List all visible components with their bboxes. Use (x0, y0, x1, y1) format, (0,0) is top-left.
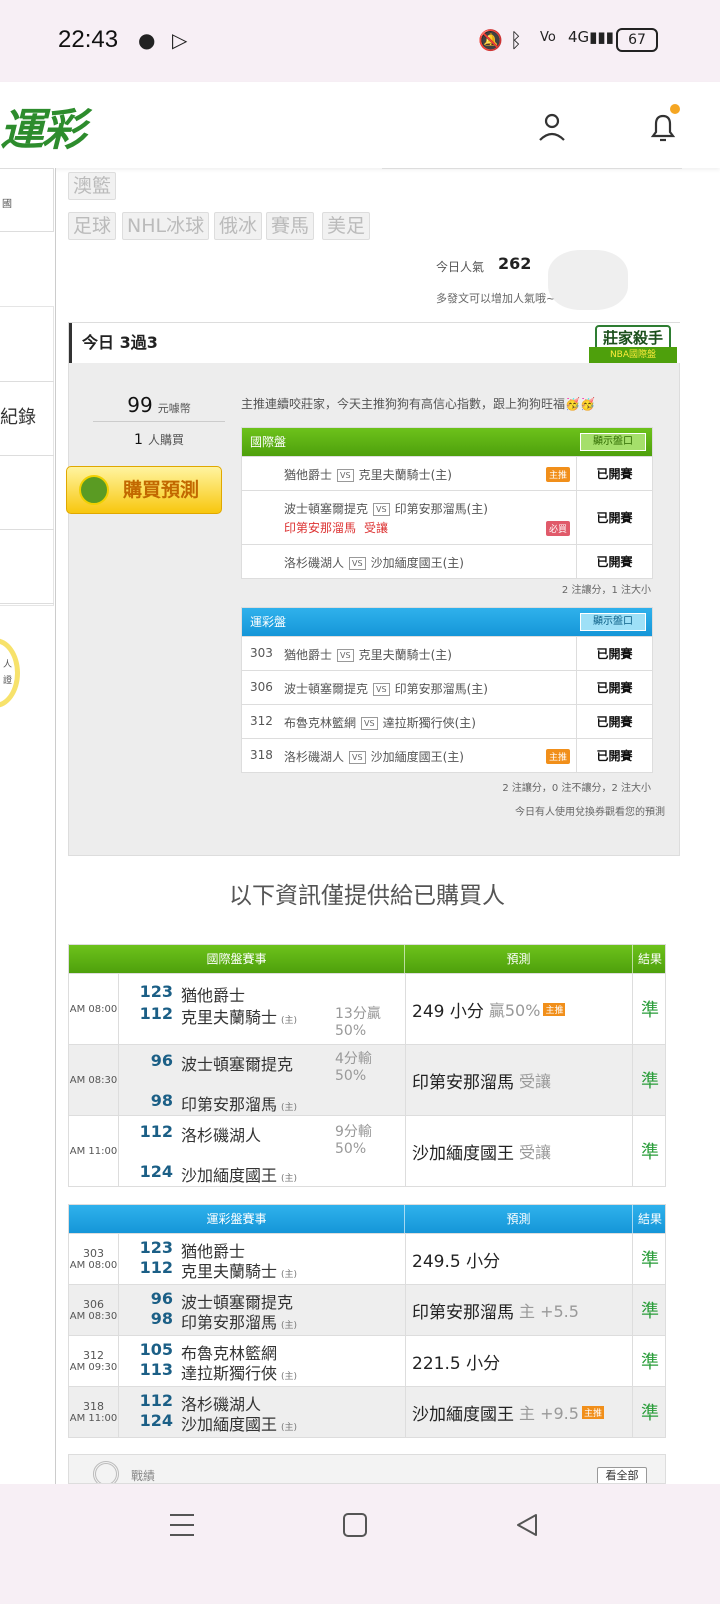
notification-dot (670, 104, 680, 114)
featured-badge: 主推 (581, 1405, 604, 1419)
volte-icon: Vo (540, 30, 556, 45)
yuncai-summary: 2 注讓分，0 注不讓分，2 注大小 (502, 783, 651, 794)
tag-nfl[interactable]: 美足 (322, 212, 371, 240)
sidebar-card: 國 (0, 168, 54, 232)
menu-icon[interactable] (168, 1512, 196, 1538)
intl-table: 國際盤 顯示盤口 猶他爵士 VS 克里夫蘭騎士(主) 主推 已開賽 波士頓塞爾提克 V… (241, 427, 653, 579)
back-icon[interactable] (514, 1512, 540, 1538)
clock: 22:43 (58, 26, 119, 53)
yuncai-table-header: 運彩盤 顯示盤口 (242, 608, 652, 636)
match-status: 已開賽 (576, 457, 652, 490)
intl-results-table: 國際盤賽事 預測 結果 AM 08:00 123 猶他爵士 112 克里夫蘭騎士… (68, 944, 666, 1187)
featured-badge: 主推 (543, 1002, 566, 1016)
panel-description: 主推連續咬莊家，今天主推狗狗有高信心指數，跟上狗狗旺福🥳🥳 (241, 397, 595, 411)
yuncai-show-odds-button[interactable]: 顯示盤口 (580, 613, 646, 631)
table-row: 318 AM 11:00 112 洛杉磯湖人 124 沙加緬度國王 (主) 沙加緬度… (69, 1386, 665, 1437)
popularity-label: 今日人氣 (436, 260, 485, 274)
coin-icon (79, 475, 109, 505)
panel-footnote: 今日有人使用兌換券觀看您的預測 (515, 807, 665, 818)
record-icon (93, 1461, 119, 1483)
yuncai-results-header: 運彩盤賽事 預測 結果 (69, 1205, 665, 1233)
buyer-info-title: 以下資訊僅提供給已購買人 (229, 883, 505, 909)
bulb-icon: 人 證 (0, 638, 20, 708)
tag-aus-basketball[interactable]: 澳籃 (68, 172, 117, 200)
popularity-hint: 多發文可以增加人氣哦~ (436, 292, 556, 305)
site-logo[interactable]: 運彩 (0, 94, 86, 158)
signal-icon: 4G▮▮▮ (568, 28, 614, 46)
result-correct: 準 (641, 1071, 659, 1092)
tag-horse-racing[interactable]: 賽馬 (266, 212, 315, 240)
intl-results-header: 國際盤賽事 預測 結果 (69, 945, 665, 973)
result-correct: 準 (641, 1250, 659, 1271)
match-status: 已開賽 (576, 545, 652, 578)
yuncai-results-table: 運彩盤賽事 預測 結果 303 AM 08:00 123 猶他爵士 112 克里夫… (68, 1204, 666, 1438)
featured-badge: 主推 (546, 467, 571, 482)
play-icon: ▷ (172, 28, 188, 52)
left-sidebar: 國 紀錄 人 證 (0, 168, 56, 1518)
mute-icon: 🔕 (478, 28, 503, 52)
divider (382, 168, 682, 169)
result-correct: 準 (641, 1403, 659, 1424)
tag-soccer[interactable]: 足球 (68, 212, 117, 240)
table-row: 312 AM 09:30 105 布魯克林籃網 113 達拉斯獨行俠 (主) 221… (69, 1335, 665, 1386)
price-value: 99 (127, 393, 153, 417)
result-correct: 準 (641, 1142, 659, 1163)
match-status: 已開賽 (576, 671, 652, 704)
bell-icon[interactable] (648, 112, 678, 144)
sidebar-item-record[interactable]: 紀錄 (0, 403, 36, 429)
result-correct: 準 (641, 1301, 659, 1322)
table-row: 306 AM 08:30 96 波士頓塞爾提克 98 印第安那溜馬 (主) 印第安那… (69, 1284, 665, 1335)
battery-level: 67 (628, 32, 646, 48)
mascot-icon (548, 250, 628, 310)
user-icon[interactable] (538, 112, 566, 142)
table-row: 猶他爵士 VS 克里夫蘭騎士(主) 主推 已開賽 (242, 456, 652, 490)
app-header: 運彩 (0, 82, 720, 168)
battery-icon: 67 (616, 28, 658, 52)
table-row: 312 布魯克林籃網 VS 達拉斯獨行俠(主) 已開賽 (242, 704, 652, 738)
price-block: 99 元噱幣 (93, 393, 225, 422)
table-row: 318 洛杉磯湖人 VS 沙加緬度國王(主) 主推 已開賽 (242, 738, 652, 772)
system-nav-bar (0, 1484, 720, 1604)
match-status: 已開賽 (576, 491, 652, 544)
match-status: 已開賽 (576, 705, 652, 738)
sidebar-menu: 紀錄 (0, 306, 54, 606)
prediction-panel: 今日 3過3 莊家殺手 NBA國際盤 99 元噱幣 1 人購買 主推連續咬莊家，… (68, 321, 681, 856)
record-section: 戰績 看全部 (68, 1454, 666, 1484)
tag-nhl[interactable]: NHL冰球 (122, 212, 210, 240)
sidebar-label: 國 (2, 199, 12, 210)
table-row: AM 11:00 112 洛杉磯湖人 124 沙加緬度國王 (主) 9分輸 50% … (69, 1115, 665, 1186)
intl-show-odds-button[interactable]: 顯示盤口 (580, 433, 646, 451)
home-icon[interactable] (342, 1512, 368, 1538)
table-row: 303 AM 08:00 123 猶他爵士 112 克里夫蘭騎士 (主) 249.5… (69, 1233, 665, 1284)
popularity-value: 262 (498, 254, 532, 273)
intl-summary: 2 注讓分，1 注大小 (561, 585, 651, 596)
price-unit: 元噱幣 (157, 402, 191, 415)
tag-russian-hockey[interactable]: 俄冰 (214, 212, 263, 240)
must-buy-badge: 必買 (546, 521, 571, 536)
table-row: 306 波士頓塞爾提克 VS 印第安那溜馬(主) 已開賽 (242, 670, 652, 704)
table-row: AM 08:00 123 猶他爵士 112 克里夫蘭騎士 (主) 13分贏 50% … (69, 973, 665, 1044)
dealer-killer-badge: 莊家殺手 NBA國際盤 (589, 321, 677, 371)
status-bar: 22:43 ● ▷ 🔕 ᛒ Vo 4G▮▮▮ 67 (0, 0, 720, 82)
intl-table-header: 國際盤 顯示盤口 (242, 428, 652, 456)
result-correct: 準 (641, 1352, 659, 1373)
buyers-block: 1 人購買 (93, 429, 225, 448)
table-row: AM 08:30 96 波士頓塞爾提克 98 印第安那溜馬 (主) 4分輸 50% … (69, 1044, 665, 1115)
bluetooth-icon: ᛒ (510, 28, 522, 52)
table-row: 洛杉磯湖人 VS 沙加緬度國王(主) 已開賽 (242, 544, 652, 578)
buyers-count: 1 (133, 432, 143, 448)
table-row: 303 猶他爵士 VS 克里夫蘭騎士(主) 已開賽 (242, 636, 652, 670)
yuncai-table: 運彩盤 顯示盤口 303 猶他爵士 VS 克里夫蘭騎士(主) 已開賽 306 波士頓… (241, 607, 653, 773)
table-row: 波士頓塞爾提克 VS 印第安那溜馬(主) 印第安那溜馬 受讓 必買 已開賽 (242, 490, 652, 544)
match-status: 已開賽 (576, 637, 652, 670)
featured-badge: 主推 (546, 749, 571, 764)
record-label: 戰績 (131, 1469, 156, 1483)
buy-prediction-button[interactable]: 購買預測 (66, 466, 222, 514)
match-status: 已開賽 (576, 739, 652, 772)
chat-icon: ● (138, 28, 156, 52)
see-all-button[interactable]: 看全部 (597, 1467, 647, 1483)
buyers-unit: 人購買 (148, 433, 185, 447)
result-correct: 準 (641, 1000, 659, 1021)
